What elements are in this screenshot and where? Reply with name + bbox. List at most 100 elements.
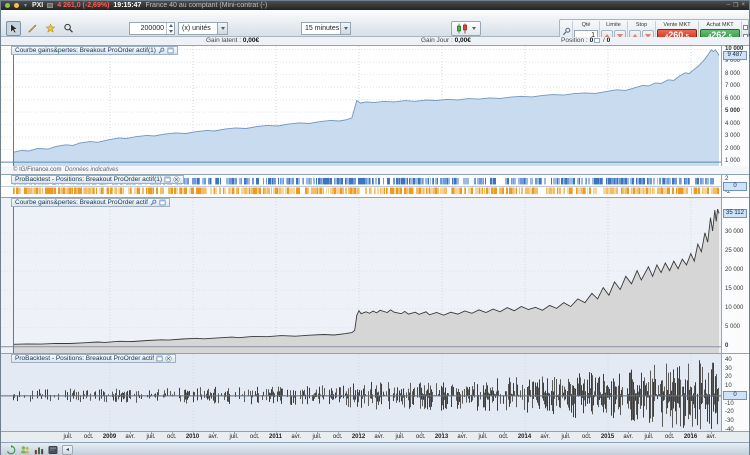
x-axis-labels: juil.oct.2009avr.juil.oct.2010avr.juil.o… [1, 432, 721, 442]
close-pane-icon[interactable] [165, 355, 172, 362]
quantity-stepper[interactable] [166, 23, 174, 34]
cursor-tool-button[interactable] [6, 21, 21, 36]
y-tick-label: 2 000 [725, 146, 740, 153]
x-tick-label: juil. [146, 434, 155, 440]
draw-tool-button[interactable] [25, 21, 40, 36]
y-tick-label: 20 000 [725, 267, 743, 274]
quantity-input[interactable]: 200000 [129, 22, 175, 35]
equity1-title-tab[interactable]: Courbe gains&pertes: Breakout ProOrder a… [11, 46, 178, 55]
last-price: 4 261,0 (-2,69%) [57, 2, 109, 9]
y-tick-label: 10 000 [725, 305, 743, 312]
maximize-button[interactable]: ❒ [733, 2, 738, 9]
instrument-dropdown-caret[interactable]: ▼ [23, 3, 28, 9]
x-tick-label: juil. [644, 434, 653, 440]
equity2-svg [1, 198, 721, 353]
y-tick-label: 30 000 [725, 229, 743, 236]
y-tick-label: 8 000 [725, 71, 740, 78]
timeframe-select[interactable]: 15 minutes [301, 22, 351, 35]
x-tick-label: 2016 [684, 434, 697, 440]
star-icon [45, 23, 56, 34]
indicator-tool-button[interactable] [43, 21, 58, 36]
x-tick-label: avr. [623, 434, 633, 440]
gain-latent: Gain latent : 0,00€ [206, 37, 259, 45]
x-tick-label: oct. [416, 434, 426, 440]
candlestick-icon [456, 23, 470, 34]
quantity-unit-select[interactable]: (x) unités [178, 22, 228, 35]
positions2-chart-canvas[interactable] [1, 354, 721, 431]
attribution-note: Données indicatives [65, 167, 119, 173]
collapse-panel-button[interactable]: ◂ [62, 445, 73, 455]
y-tick-label: 1 000 [725, 158, 740, 165]
workspace-icon[interactable] [48, 445, 58, 455]
x-tick-label: oct. [665, 434, 675, 440]
x-tick-label: oct. [582, 434, 592, 440]
x-tick-label: 2012 [352, 434, 365, 440]
refresh-icon[interactable] [6, 445, 16, 455]
equity1-svg [1, 46, 721, 166]
pencil-icon [27, 23, 38, 34]
stop-attached-checkbox[interactable] [743, 25, 748, 30]
settings-wrench-icon[interactable] [150, 199, 157, 206]
app-alert-icon [14, 3, 19, 8]
x-axis[interactable]: juil.oct.2009avr.juil.oct.2010avr.juil.o… [1, 431, 749, 442]
x-tick-label: 2013 [435, 434, 448, 440]
quantity-value: 200000 [130, 23, 166, 34]
close-pane-icon[interactable] [173, 176, 180, 183]
y-tick-label: 15 000 [725, 286, 743, 293]
equity2-chart-canvas[interactable] [1, 198, 721, 353]
x-tick-label: juil. [561, 434, 570, 440]
account-info-row: Gain latent : 0,00€ Gain Jour : 0,00€ Po… [1, 37, 749, 45]
pane-positions-1: 2-20 ProBacktest - Positions: Breakout P… [1, 174, 749, 197]
quantity-unit-value: (x) unités [179, 23, 217, 34]
equity2-title-tab[interactable]: Courbe gains&pertes: Breakout ProOrder a… [11, 198, 170, 207]
x-tick-label: avr. [125, 434, 135, 440]
users-icon[interactable] [20, 445, 30, 455]
limit-label: Limite [606, 22, 621, 28]
chevron-down-icon [340, 23, 350, 34]
detach-window-icon[interactable] [164, 176, 171, 183]
chart-type-button[interactable] [451, 21, 481, 36]
positions1-y-axis[interactable]: 2-20 [721, 175, 749, 197]
detach-window-icon[interactable] [159, 199, 166, 206]
x-tick-label: juil. [478, 434, 487, 440]
chart-icon[interactable] [34, 445, 44, 455]
x-tick-label: avr. [540, 434, 550, 440]
y-tick-label: 3 000 [725, 133, 740, 140]
detach-window-icon[interactable] [156, 355, 163, 362]
positions2-title-tab[interactable]: ProBacktest - Positions: Breakout ProOrd… [11, 354, 176, 363]
y-tick-label: -10 [725, 401, 734, 408]
minimize-button[interactable]: – [727, 2, 730, 9]
y-tick-label: 4 000 [725, 121, 740, 128]
x-tick-label: juil. [63, 434, 72, 440]
x-tick-label: 2011 [269, 434, 282, 440]
y-tick-label: -20 [725, 409, 734, 416]
current-value-box: 0 [723, 182, 747, 191]
status-bar: ◂ [1, 442, 749, 455]
pane-equity-curve-2: 30 00025 00020 00015 00010 0005 000035 1… [1, 197, 749, 353]
x-tick-label: avr. [374, 434, 384, 440]
data-attribution: © IG/Finance.com Données indicatives [1, 166, 749, 174]
current-value-box: 0 [723, 391, 747, 400]
x-tick-label: 2009 [103, 434, 116, 440]
equity2-y-axis[interactable]: 30 00025 00020 00015 00010 0005 000035 1… [721, 198, 749, 353]
close-button[interactable]: × [741, 2, 745, 9]
y-tick-label: 40 [725, 357, 732, 364]
equity1-y-axis[interactable]: 10 0009 0008 0007 0006 0005 0004 0003 00… [721, 46, 749, 166]
settings-wrench-icon[interactable] [158, 47, 165, 54]
detach-window-icon[interactable] [167, 47, 174, 54]
attribution-source: © IG/Finance.com [13, 167, 61, 173]
positions2-svg [1, 354, 721, 431]
chevron-down-icon [217, 23, 227, 34]
zoom-tool-button[interactable] [61, 21, 76, 36]
x-tick-label: 2014 [518, 434, 531, 440]
positions2-y-axis[interactable]: 40302010-10-20-30-400 [721, 354, 749, 431]
positions1-title-tab[interactable]: ProBacktest - Positions: Breakout ProOrd… [11, 175, 184, 184]
app-status-icon [5, 3, 10, 8]
x-tick-label: juil. [229, 434, 238, 440]
qty-label: Qté [582, 22, 591, 28]
y-tick-label: -30 [725, 418, 734, 425]
trading-window: ▼ PXI 4 261,0 (-2,69%) 19:15:47 France 4… [0, 0, 750, 455]
positions2-title: ProBacktest - Positions: Breakout ProOrd… [15, 355, 154, 362]
equity1-chart-canvas[interactable] [1, 46, 721, 166]
y-tick-label: 10 [725, 383, 732, 390]
